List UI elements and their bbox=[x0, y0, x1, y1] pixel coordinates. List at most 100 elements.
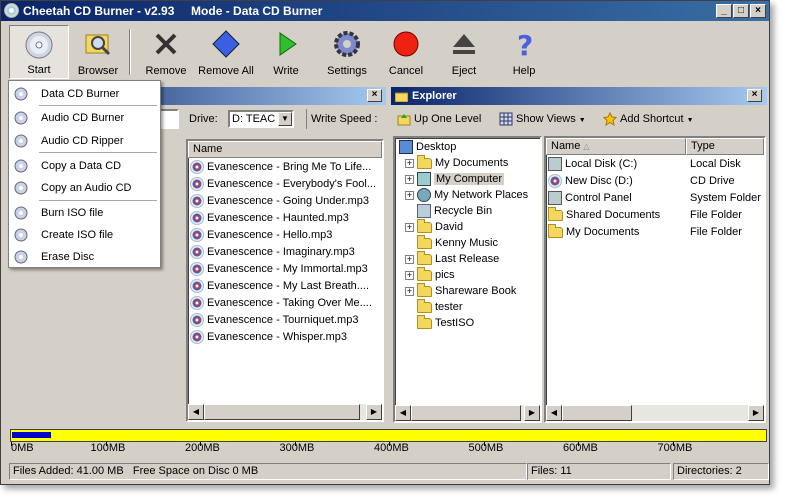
file-list-item[interactable]: Evanescence - Going Under.mp3 bbox=[190, 193, 369, 210]
cd-menu-icon bbox=[14, 181, 28, 195]
file-list-item[interactable]: Evanescence - Everybody's Fool... bbox=[190, 176, 376, 193]
explorer-horizontal-scrollbar[interactable]: ◀ ▶ bbox=[546, 405, 764, 421]
expand-toggle[interactable]: + bbox=[405, 190, 414, 200]
tree-horizontal-scrollbar[interactable]: ◀ ▶ bbox=[395, 405, 540, 421]
tree-item[interactable]: TestISO bbox=[405, 314, 474, 332]
eject-button[interactable]: Eject bbox=[439, 25, 489, 79]
write-button[interactable]: Write bbox=[261, 25, 311, 79]
audio-file-icon bbox=[190, 279, 204, 294]
write-speed-label: Write Speed : bbox=[306, 109, 377, 129]
folder-icon bbox=[417, 218, 432, 233]
tree-item[interactable]: tester bbox=[405, 298, 463, 316]
expand-toggle[interactable]: + bbox=[405, 222, 414, 232]
scroll-left-button[interactable]: ◀ bbox=[188, 404, 204, 420]
tree-item[interactable]: + My Computer bbox=[405, 171, 505, 188]
explorer-close-button[interactable]: × bbox=[747, 89, 762, 102]
cancel-button[interactable]: Cancel bbox=[381, 25, 431, 79]
expand-toggle[interactable]: + bbox=[405, 270, 414, 280]
file-list-item[interactable]: Evanescence - My Immortal.mp3 bbox=[190, 261, 368, 278]
tree-item[interactable]: + My Documents bbox=[405, 154, 508, 172]
settings-button[interactable]: Settings bbox=[319, 25, 375, 79]
folder-icon bbox=[548, 206, 563, 221]
chevron-down-icon[interactable]: ▼ bbox=[278, 112, 292, 126]
file-list-item[interactable]: Evanescence - My Last Breath.... bbox=[190, 278, 369, 295]
show-views-button[interactable]: Show Views ▼ bbox=[499, 109, 586, 129]
start-menu-item[interactable]: Audio CD Ripper bbox=[9, 130, 160, 152]
expand-toggle[interactable]: + bbox=[405, 158, 414, 168]
scroll-thumb[interactable] bbox=[204, 404, 360, 420]
explorer-list-item[interactable]: New Disc (D:) CD Drive bbox=[548, 173, 764, 190]
file-list-item[interactable]: Evanescence - Taking Over Me.... bbox=[190, 295, 372, 312]
computer-icon bbox=[417, 172, 431, 187]
help-button[interactable]: ? Help bbox=[499, 25, 549, 79]
cd-menu-icon bbox=[14, 228, 28, 242]
cd-disc-icon bbox=[25, 31, 53, 59]
capacity-fill bbox=[12, 432, 52, 438]
audio-file-icon bbox=[190, 211, 204, 226]
column-header-type[interactable]: Type bbox=[686, 138, 764, 155]
explorer-list-item[interactable]: Control Panel System Folder bbox=[548, 190, 764, 207]
compilation-close-button[interactable]: × bbox=[367, 89, 382, 102]
file-list-item[interactable]: Evanescence - Tourniquet.mp3 bbox=[190, 312, 358, 329]
close-button[interactable]: × bbox=[750, 4, 766, 18]
sort-arrow-icon: △ bbox=[583, 142, 590, 151]
explorer-list-item[interactable]: Shared Documents File Folder bbox=[548, 206, 764, 224]
tree-item[interactable]: + My Network Places bbox=[405, 187, 528, 204]
drive-label: Drive: bbox=[189, 113, 218, 125]
start-menu-item[interactable]: Copy an Audio CD bbox=[9, 177, 160, 199]
diamond-icon bbox=[212, 30, 240, 58]
up-folder-icon bbox=[397, 114, 411, 126]
file-list-item[interactable]: Evanescence - Haunted.mp3 bbox=[190, 210, 349, 227]
drive-select[interactable]: D: TEAC ▼ bbox=[228, 110, 294, 128]
tree-item[interactable]: Recycle Bin bbox=[405, 203, 492, 220]
folder-icon bbox=[548, 223, 563, 238]
browser-button[interactable]: Browser bbox=[69, 25, 127, 79]
scroll-right-button[interactable]: ▶ bbox=[366, 404, 382, 420]
start-button[interactable]: Start bbox=[9, 25, 69, 79]
tree-item[interactable]: Desktop bbox=[399, 139, 456, 156]
file-list-item[interactable]: Evanescence - Hello.mp3 bbox=[190, 227, 332, 244]
start-menu-item[interactable]: Copy a Data CD bbox=[9, 155, 160, 177]
file-list[interactable]: Name Evanescence - Bring Me To Life... Ev… bbox=[186, 139, 384, 422]
scroll-left-button[interactable]: ◀ bbox=[395, 405, 411, 421]
add-shortcut-button[interactable]: Add Shortcut ▼ bbox=[603, 109, 694, 129]
tree-item[interactable]: + Shareware Book bbox=[405, 282, 516, 300]
start-menu-item[interactable]: Data CD Burner bbox=[9, 83, 160, 105]
remove-all-button[interactable]: Remove All bbox=[195, 25, 257, 79]
expand-toggle[interactable]: + bbox=[405, 286, 414, 296]
title-bar[interactable]: Cheetah CD Burner - v2.93 Mode - Data CD… bbox=[1, 1, 769, 21]
start-menu-item[interactable]: Erase Disc bbox=[9, 246, 160, 268]
tree-item[interactable]: Kenny Music bbox=[405, 234, 498, 252]
expand-toggle[interactable]: + bbox=[405, 254, 414, 264]
remove-button[interactable]: Remove bbox=[139, 25, 193, 79]
horizontal-scrollbar[interactable]: ◀ ▶ bbox=[188, 404, 382, 420]
scroll-thumb[interactable] bbox=[562, 405, 632, 421]
expand-toggle[interactable]: + bbox=[405, 174, 414, 184]
tree-item[interactable]: + Last Release bbox=[405, 250, 499, 268]
cd-menu-icon bbox=[14, 134, 28, 148]
minimize-button[interactable]: _ bbox=[716, 4, 732, 18]
start-menu-item[interactable]: Burn ISO file bbox=[9, 202, 160, 224]
views-grid-icon bbox=[499, 112, 513, 126]
tree-item[interactable]: + David bbox=[405, 218, 463, 236]
audio-file-icon bbox=[190, 194, 204, 209]
column-header-name[interactable]: Name △ bbox=[546, 138, 686, 155]
explorer-file-list[interactable]: Name △ Type Local Disk (C:) Local Disk New… bbox=[544, 136, 766, 423]
folder-tree[interactable]: Desktop + My Documents + My Computer + My Netw… bbox=[393, 136, 542, 423]
explorer-list-item[interactable]: My Documents File Folder bbox=[548, 223, 764, 241]
disc-label-field[interactable] bbox=[159, 109, 179, 129]
start-menu-item[interactable]: Audio CD Burner bbox=[9, 107, 160, 129]
file-list-item[interactable]: Evanescence - Bring Me To Life... bbox=[190, 159, 371, 176]
explorer-list-item[interactable]: Local Disk (C:) Local Disk bbox=[548, 156, 764, 173]
up-one-level-button[interactable]: Up One Level bbox=[397, 109, 481, 129]
scroll-right-button[interactable]: ▶ bbox=[524, 405, 540, 421]
scroll-left-button[interactable]: ◀ bbox=[546, 405, 562, 421]
file-list-item[interactable]: Evanescence - Imaginary.mp3 bbox=[190, 244, 355, 261]
tree-item[interactable]: + pics bbox=[405, 266, 455, 284]
maximize-button[interactable]: □ bbox=[733, 4, 749, 18]
start-menu-item[interactable]: Create ISO file bbox=[9, 224, 160, 246]
scroll-thumb[interactable] bbox=[411, 405, 521, 421]
scroll-right-button[interactable]: ▶ bbox=[748, 405, 764, 421]
column-header-name[interactable]: Name bbox=[188, 141, 382, 158]
file-list-item[interactable]: Evanescence - Whisper.mp3 bbox=[190, 329, 347, 346]
